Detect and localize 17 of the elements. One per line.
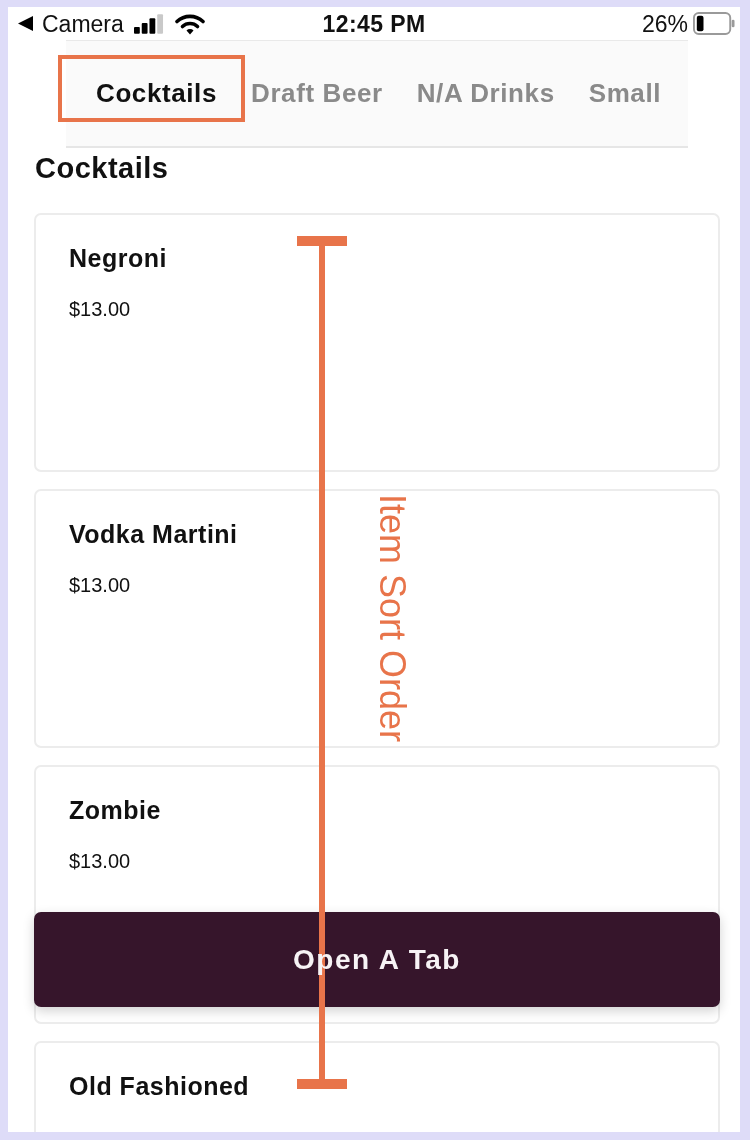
item-name: Zombie xyxy=(69,795,162,826)
signal-bars-icon xyxy=(133,13,164,34)
annotation-label: Item Sort Order xyxy=(374,494,410,743)
wifi-icon xyxy=(174,12,205,35)
back-arrow-icon[interactable] xyxy=(18,16,33,31)
item-price: $13.00 xyxy=(69,849,132,873)
status-time: 12:45 PM xyxy=(322,10,426,37)
menu-item-card[interactable]: Old Fashioned xyxy=(34,1041,720,1132)
section-heading: Cocktails xyxy=(35,151,170,185)
item-name: Negroni xyxy=(69,243,168,274)
category-tab[interactable]: Cocktails xyxy=(79,41,234,146)
item-name: Old Fashioned xyxy=(69,1071,251,1102)
menu-item-card[interactable]: Negroni $13.00 xyxy=(34,213,720,472)
status-back-label[interactable]: Camera xyxy=(42,10,124,37)
item-price: $13.00 xyxy=(69,297,132,321)
battery-icon xyxy=(693,12,735,35)
battery-percent: 26% xyxy=(641,10,688,37)
